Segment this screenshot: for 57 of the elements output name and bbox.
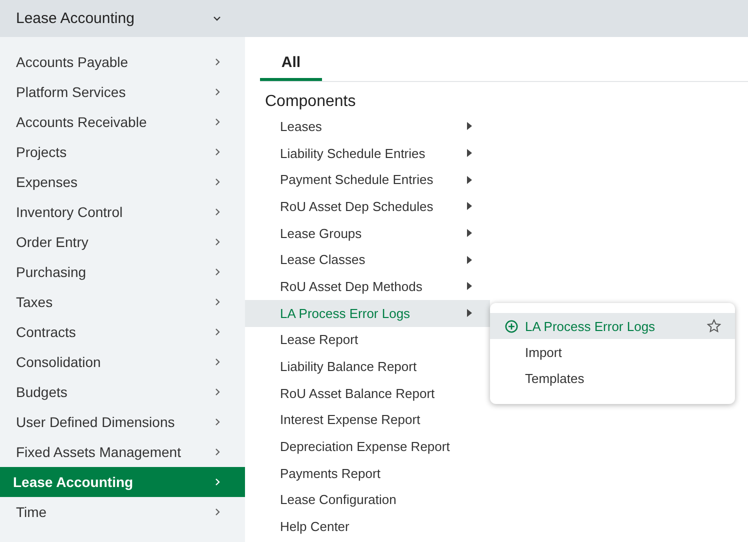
sidebar-item[interactable]: Budgets — [0, 377, 245, 407]
submenu-item[interactable]: Import — [490, 339, 735, 365]
section-heading: Components — [265, 93, 357, 111]
sidebar-item[interactable]: Inventory Control — [0, 197, 245, 227]
chevron-right-icon — [215, 88, 220, 96]
menu-item[interactable]: Lease Classes — [245, 246, 490, 274]
menu-title: Lease Accounting — [16, 10, 134, 27]
chevron-right-icon — [215, 58, 220, 66]
sidebar-item[interactable]: Accounts Payable — [0, 47, 245, 77]
menu-item[interactable]: LA Process Error Logs — [245, 300, 490, 326]
chevron-right-icon — [215, 478, 220, 486]
menu-item[interactable]: Interest Expense Report — [245, 406, 490, 434]
chevron-right-icon — [215, 148, 220, 156]
menu-item[interactable]: Payments Report — [245, 460, 490, 487]
menu-item[interactable]: Leases — [245, 113, 490, 140]
sidebar-item[interactable]: Contracts — [0, 317, 245, 347]
chevron-right-icon — [215, 388, 220, 396]
sidebar-item[interactable]: Fixed Assets Management — [0, 437, 245, 467]
sidebar-item[interactable]: Projects — [0, 137, 245, 167]
chevron-right-icon — [215, 358, 220, 366]
chevron-right-icon — [215, 328, 220, 336]
menu-item[interactable]: Lease Report — [245, 326, 490, 354]
sidebar-item[interactable]: Platform Services — [0, 77, 245, 107]
sidebar-item[interactable]: Lease Accounting — [0, 467, 245, 497]
menu-item[interactable]: Depreciation Expense Report — [245, 433, 490, 460]
chevron-right-icon — [215, 298, 220, 306]
sidebar-item[interactable]: Consolidation — [0, 347, 245, 377]
chevron-right-icon — [215, 448, 220, 456]
chevron-right-icon — [215, 208, 220, 216]
sidebar-item[interactable]: Expenses — [0, 167, 245, 197]
menu-item[interactable]: Liability Schedule Entries — [245, 140, 490, 166]
add-circle-icon — [505, 320, 518, 332]
sidebar-item[interactable]: Purchasing — [0, 257, 245, 287]
menu-item[interactable]: RoU Asset Dep Schedules — [245, 193, 490, 220]
chevron-right-icon — [215, 418, 220, 426]
sidebar-item[interactable]: User Defined Dimensions — [0, 407, 245, 437]
chevron-right-icon — [215, 268, 220, 276]
star-icon[interactable] — [707, 319, 721, 333]
sidebar-item[interactable]: Time — [0, 497, 245, 527]
tab[interactable]: All — [260, 37, 322, 81]
sidebar-item[interactable]: Order Entry — [0, 227, 245, 257]
chevron-right-icon — [215, 178, 220, 186]
menu-header[interactable]: Lease Accounting — [0, 0, 245, 37]
menu-item[interactable]: RoU Asset Dep Methods — [245, 273, 490, 300]
submenu-item[interactable]: LA Process Error Logs — [490, 313, 735, 339]
menu-item[interactable]: Lease Groups — [245, 220, 490, 246]
submenu-item[interactable]: Templates — [490, 365, 735, 391]
chevron-right-icon — [215, 238, 220, 246]
menu-item[interactable]: Payment Schedule Entries — [245, 166, 490, 194]
menu-item[interactable]: RoU Asset Balance Report — [245, 380, 490, 407]
menu-item[interactable]: Lease Configuration — [245, 486, 490, 514]
chevron-right-icon — [215, 508, 220, 516]
sidebar-item[interactable]: Accounts Receivable — [0, 107, 245, 137]
sidebar-item[interactable]: Taxes — [0, 287, 245, 317]
menu-item[interactable]: Help Center — [245, 513, 490, 540]
chevron-right-icon — [215, 118, 220, 126]
menu-item[interactable]: Liability Balance Report — [245, 353, 490, 380]
